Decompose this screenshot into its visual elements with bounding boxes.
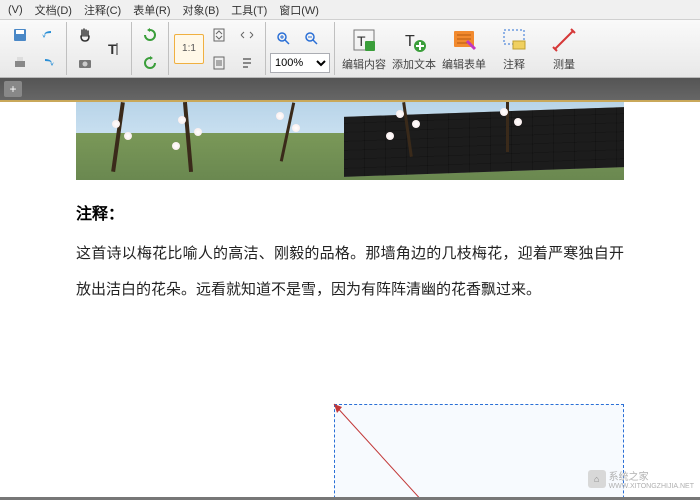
edit-content-icon: T <box>350 26 378 54</box>
annotate-button[interactable]: 注释 <box>489 23 539 75</box>
menu-view[interactable]: (V) <box>2 2 29 18</box>
fit-width-button[interactable] <box>206 50 232 76</box>
tab-strip: + <box>0 78 700 100</box>
watermark: ⌂ 系统之家 WWW.XITONGZHIJIA.NET <box>588 468 694 490</box>
hand-tool-button[interactable] <box>72 22 98 48</box>
section-heading: 注释： <box>76 200 624 224</box>
save-button[interactable] <box>7 22 33 48</box>
print-button[interactable] <box>7 50 33 76</box>
rotate-left-button[interactable] <box>137 22 163 48</box>
menu-document[interactable]: 文档(D) <box>29 0 78 20</box>
watermark-text: 系统之家 <box>609 468 694 483</box>
reflow-button[interactable] <box>234 50 260 76</box>
annotation-selection-box[interactable] <box>334 404 624 500</box>
svg-text:T: T <box>108 41 117 57</box>
edit-content-label: 编辑内容 <box>342 56 386 72</box>
annotate-label: 注释 <box>503 56 525 72</box>
measure-label: 测量 <box>553 56 575 72</box>
add-text-icon: T <box>400 26 428 54</box>
measure-icon <box>550 26 578 54</box>
snapshot-button[interactable] <box>72 50 98 76</box>
menu-window[interactable]: 窗口(W) <box>273 0 325 20</box>
menu-form[interactable]: 表单(R) <box>127 0 176 20</box>
add-text-button[interactable]: T 添加文本 <box>389 23 439 75</box>
text-select-button[interactable]: T <box>100 36 126 62</box>
actual-size-button[interactable]: 1:1 <box>174 34 204 64</box>
menu-bar: (V) 文档(D) 注释(C) 表单(R) 对象(B) 工具(T) 窗口(W) <box>0 0 700 20</box>
document-viewport[interactable]: 注释： 这首诗以梅花比喻人的高洁、刚毅的品格。那墙角边的几枝梅花，迎着严寒独自开… <box>0 102 700 500</box>
toolbar: T 1:1 100% T 编辑 <box>0 20 700 78</box>
zoom-in-button[interactable] <box>271 26 297 52</box>
svg-text:T: T <box>405 33 415 50</box>
new-tab-button[interactable]: + <box>4 81 22 97</box>
edit-form-icon <box>450 26 478 54</box>
edit-form-label: 编辑表单 <box>442 56 486 72</box>
fit-page-button[interactable] <box>206 22 232 48</box>
plum-blossom-photo <box>76 102 624 180</box>
undo-button[interactable] <box>35 22 61 48</box>
measure-button[interactable]: 测量 <box>539 23 589 75</box>
edit-content-button[interactable]: T 编辑内容 <box>339 23 389 75</box>
watermark-url: WWW.XITONGZHIJIA.NET <box>609 483 694 490</box>
rotate-right-button[interactable] <box>137 50 163 76</box>
menu-tool[interactable]: 工具(T) <box>225 0 273 20</box>
body-paragraph: 这首诗以梅花比喻人的高洁、刚毅的品格。那墙角边的几枝梅花，迎着严寒独自开放出洁白… <box>76 236 624 308</box>
edit-form-button[interactable]: 编辑表单 <box>439 23 489 75</box>
redo-button[interactable] <box>35 50 61 76</box>
zoom-out-button[interactable] <box>299 26 325 52</box>
svg-text:T: T <box>357 33 366 49</box>
watermark-logo-icon: ⌂ <box>588 470 606 488</box>
add-text-label: 添加文本 <box>392 56 436 72</box>
annotate-icon <box>500 26 528 54</box>
fit-visible-button[interactable] <box>234 22 260 48</box>
menu-comment[interactable]: 注释(C) <box>78 0 127 20</box>
menu-object[interactable]: 对象(B) <box>177 0 226 20</box>
zoom-level-select[interactable]: 100% <box>270 53 330 73</box>
